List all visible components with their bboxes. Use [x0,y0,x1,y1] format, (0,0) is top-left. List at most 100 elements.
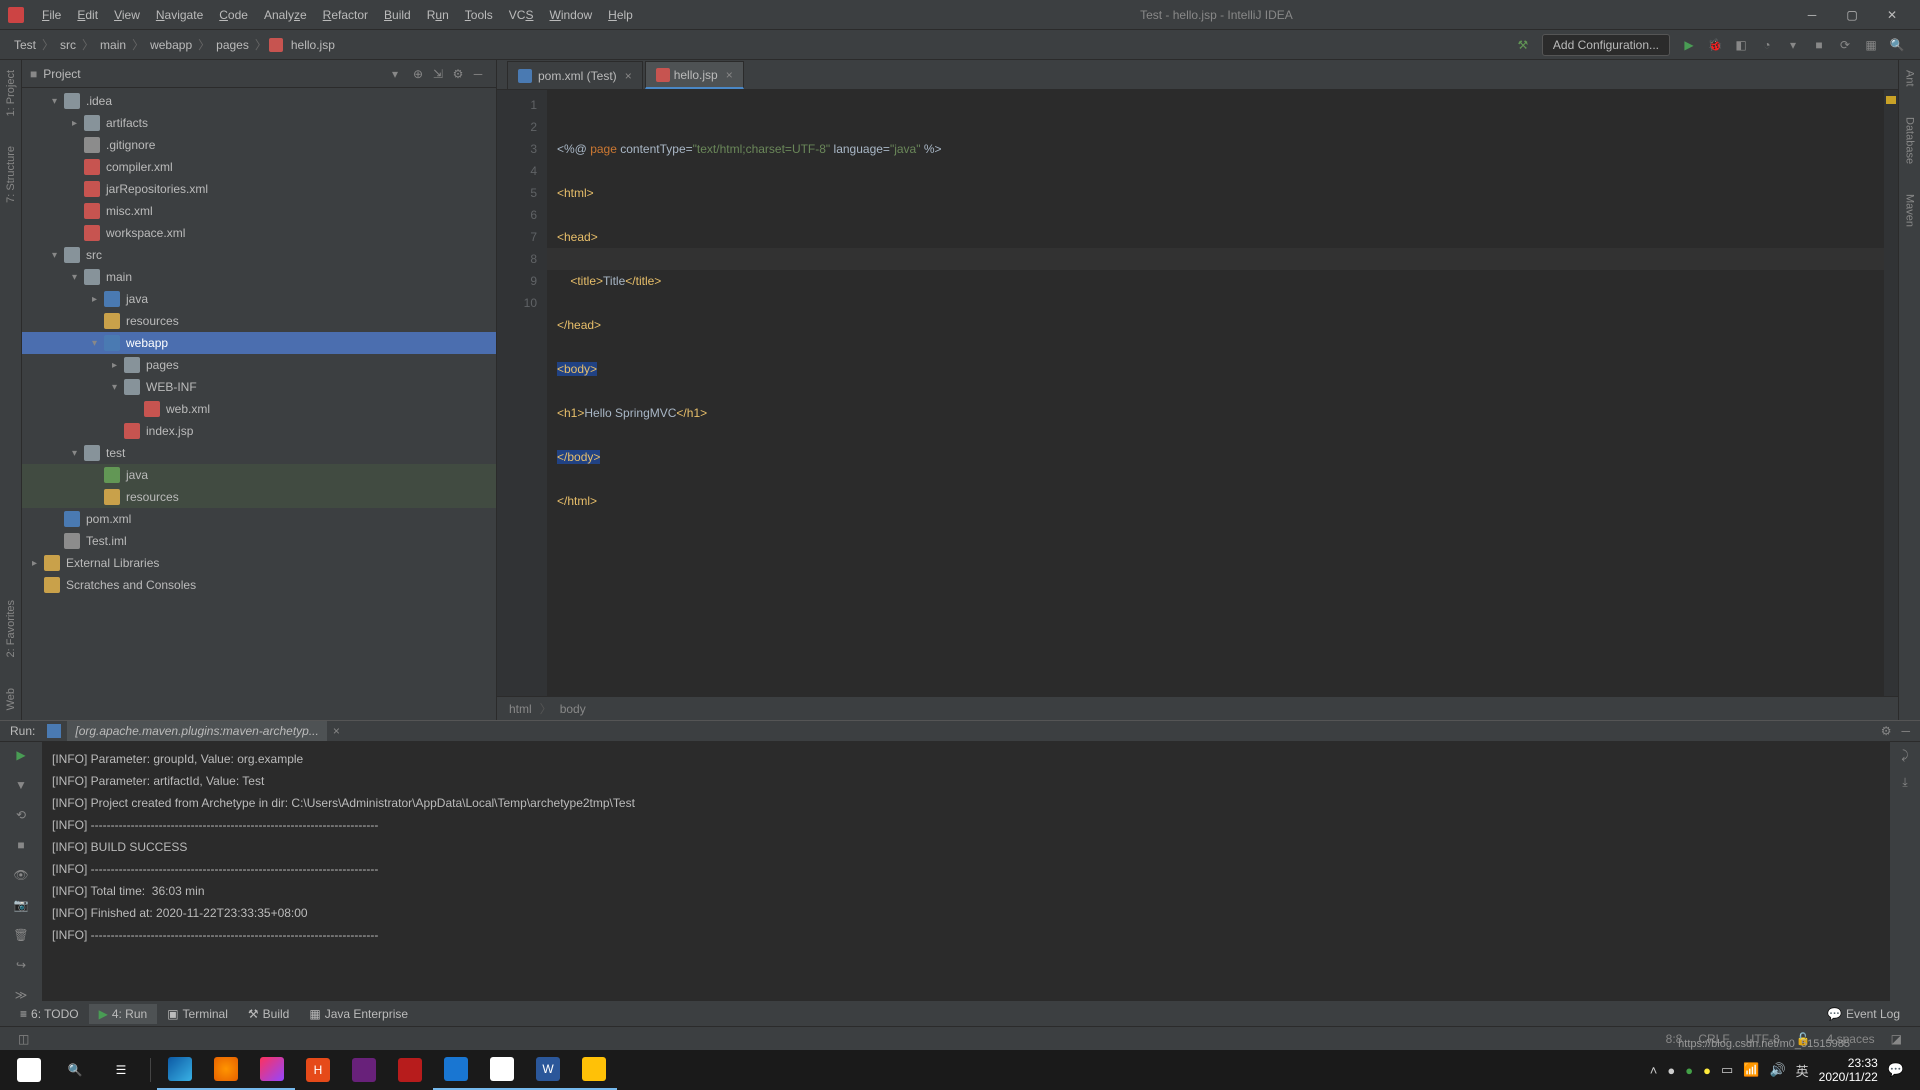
run-icon[interactable]: ▶ [1678,34,1700,56]
tree-test[interactable]: ▾test [22,442,496,464]
error-stripe[interactable] [1884,90,1898,696]
app-cloud[interactable] [479,1050,525,1090]
app-phone[interactable] [433,1050,479,1090]
tree-src[interactable]: ▾src [22,244,496,266]
wps-app[interactable]: W [525,1050,571,1090]
maximize-button[interactable]: ▢ [1832,1,1872,29]
tree-pages[interactable]: ▸pages [22,354,496,376]
console-output[interactable]: [INFO] Parameter: groupId, Value: org.ex… [42,742,1890,1002]
tree-webapp[interactable]: ▾webapp [22,332,496,354]
view-icon[interactable]: 👁 [13,868,28,882]
tree-testiml[interactable]: Test.iml [22,530,496,552]
project-view-label[interactable]: Project [43,67,392,81]
update-project-icon[interactable]: ⟳ [1834,34,1856,56]
menu-run[interactable]: Run [419,4,457,26]
tree-jarrepo[interactable]: jarRepositories.xml [22,178,496,200]
firefox-app[interactable] [203,1050,249,1090]
trash-icon[interactable]: 🗑 [13,928,28,942]
tree-indexjsp[interactable]: index.jsp [22,420,496,442]
menu-help[interactable]: Help [600,4,641,26]
run-config-tab[interactable]: [org.apache.maven.plugins:maven-archetyp… [67,721,326,741]
edge-app[interactable] [157,1050,203,1090]
menu-edit[interactable]: Edit [69,4,106,26]
locate-icon[interactable]: ⊕ [408,67,428,81]
hide-icon[interactable]: ─ [468,67,488,81]
tool-project-tab[interactable]: 1: Project [5,70,17,116]
tree-webxml[interactable]: web.xml [22,398,496,420]
soft-wrap-icon[interactable]: ⤸ [1901,748,1908,763]
tab-hello[interactable]: hello.jsp× [645,61,744,89]
inspection-icon[interactable]: ◪ [1883,1032,1910,1046]
bc-body[interactable]: body [560,702,586,716]
tool-database-tab[interactable]: Database [1904,117,1916,164]
minimize-button[interactable]: ─ [1792,1,1832,29]
warning-mark-icon[interactable] [1886,96,1896,104]
structure-icon[interactable]: ▦ [1860,34,1882,56]
intellij-app[interactable] [249,1050,295,1090]
project-tree[interactable]: ▾.idea ▸artifacts .gitignore compiler.xm… [22,88,496,720]
tray-icon-2[interactable]: ● [1685,1063,1693,1078]
volume-icon[interactable]: 🔊 [1769,1062,1785,1078]
crumb-root[interactable]: Test [10,38,40,52]
scroll-to-end-icon[interactable]: ⤓ [1902,775,1907,790]
camera-icon[interactable]: 📷 [14,898,29,912]
tree-webinf[interactable]: ▾WEB-INF [22,376,496,398]
tree-gitignore[interactable]: .gitignore [22,134,496,156]
tree-java[interactable]: ▸java [22,288,496,310]
ime-icon[interactable]: 英 [1796,1061,1809,1080]
gear-icon[interactable]: ⚙ [1881,724,1892,738]
chevron-up-icon[interactable]: ˄ [1650,1063,1658,1078]
profile-icon[interactable]: ◔ [1756,34,1778,56]
tree-main[interactable]: ▾main [22,266,496,288]
task-view-button[interactable]: ☰ [98,1050,144,1090]
start-button[interactable] [6,1050,52,1090]
exit-icon[interactable]: ↪ [16,958,26,972]
crumb-webapp[interactable]: webapp [146,38,196,52]
tree-idea[interactable]: ▾.idea [22,90,496,112]
jee-tab[interactable]: ▦Java Enterprise [299,1004,418,1024]
crumb-main[interactable]: main [96,38,130,52]
attach-icon[interactable]: ⟲ [16,808,26,822]
notifications-icon[interactable]: 💬 [1888,1062,1904,1078]
tree-artifacts[interactable]: ▸artifacts [22,112,496,134]
crumb-src[interactable]: src [56,38,80,52]
tool-structure-tab[interactable]: 7: Structure [5,146,17,203]
vscode-app[interactable] [341,1050,387,1090]
add-configuration-button[interactable]: Add Configuration... [1542,34,1670,56]
coverage-icon[interactable]: ◧ [1730,34,1752,56]
menu-build[interactable]: Build [376,4,419,26]
close-icon[interactable]: × [625,69,632,83]
tree-scratches[interactable]: Scratches and Consoles [22,574,496,596]
tool-ant-tab[interactable]: Ant [1904,70,1916,87]
pause-icon[interactable]: ■ [17,838,24,852]
gear-icon[interactable]: ⚙ [448,67,468,81]
menu-analyze[interactable]: Analyze [256,4,315,26]
chevron-down-icon[interactable]: ▾ [392,67,398,81]
crumb-pages[interactable]: pages [212,38,253,52]
menu-navigate[interactable]: Navigate [148,4,211,26]
network-icon[interactable]: 📶 [1743,1062,1759,1078]
tree-compiler[interactable]: compiler.xml [22,156,496,178]
code-area[interactable]: 1 2 3 4 5 6 7 8 9 10 <%@ page contentTyp… [497,90,1898,696]
tool-favorites-tab[interactable]: 2: Favorites [5,600,17,657]
tree-pom[interactable]: pom.xml [22,508,496,530]
app-red[interactable] [387,1050,433,1090]
tree-java2[interactable]: java [22,464,496,486]
search-button[interactable]: 🔍 [52,1050,98,1090]
battery-icon[interactable]: ▭ [1721,1062,1733,1078]
menu-tools[interactable]: Tools [457,4,501,26]
close-icon[interactable]: × [726,68,733,82]
tab-pom[interactable]: pom.xml (Test)× [507,61,643,89]
explorer-app[interactable] [571,1050,617,1090]
stop-icon[interactable]: ▼ [15,778,27,792]
tree-resources2[interactable]: resources [22,486,496,508]
run-tab[interactable]: ▶4: Run [89,1004,158,1024]
close-button[interactable]: ✕ [1872,1,1912,29]
close-icon[interactable]: × [333,724,340,738]
event-log-tab[interactable]: 💬Event Log [1817,1004,1910,1024]
stop-icon[interactable]: ■ [1808,34,1830,56]
chevron-down-icon[interactable]: ▾ [1782,34,1804,56]
toggle-tool-windows-icon[interactable]: ◫ [10,1032,37,1046]
search-icon[interactable]: 🔍 [1886,34,1908,56]
code-text[interactable]: <%@ page contentType="text/html;charset=… [547,90,1884,696]
